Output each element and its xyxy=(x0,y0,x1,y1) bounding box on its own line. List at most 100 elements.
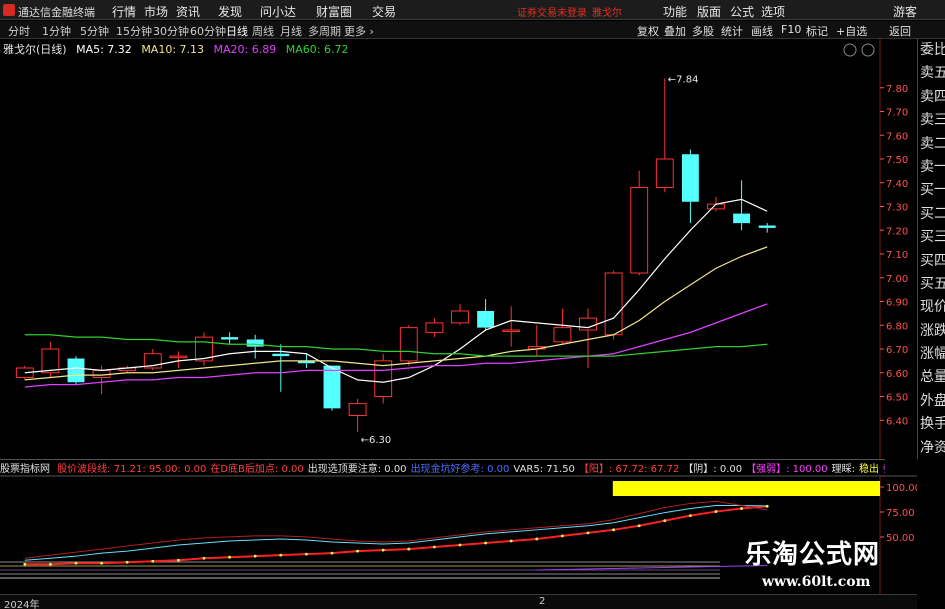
extreme-label-1: ←6.30 xyxy=(361,435,392,446)
ma20-value: MA20: 6.89 xyxy=(213,43,277,56)
band-point-16 xyxy=(433,545,436,549)
quote-row-11[interactable]: 现价 xyxy=(918,296,945,319)
band-point-17 xyxy=(458,543,462,547)
period-multi[interactable]: 多周期 xyxy=(308,23,341,39)
period-15min[interactable]: 15分钟 xyxy=(116,23,152,39)
menu-youke[interactable]: 游客 xyxy=(893,3,917,20)
period-5min[interactable]: 5分钟 xyxy=(80,23,109,39)
quote-row-6[interactable]: 买一 xyxy=(918,179,945,202)
quote-row-7[interactable]: 买二 xyxy=(918,203,945,226)
band-point-6 xyxy=(177,558,180,562)
indicator-legend: 股票指标网 股价波段线: 71.21: 95.00: 0.00 在D底B后加点: … xyxy=(0,459,885,474)
quote-row-12[interactable]: 涨跌 xyxy=(918,320,945,343)
menu-gongneng[interactable]: 功能 xyxy=(663,3,687,20)
btn-back[interactable]: 返回 xyxy=(889,23,911,39)
period-monthly[interactable]: 月线 xyxy=(280,23,302,39)
btn-tongji[interactable]: 统计 xyxy=(721,23,743,39)
candle-8 xyxy=(221,332,239,345)
menu-banmian[interactable]: 版面 xyxy=(697,3,721,20)
candle-13 xyxy=(348,398,367,433)
band-point-21 xyxy=(561,534,564,538)
menu-xuanxiang[interactable]: 选项 xyxy=(761,3,785,20)
candle-12 xyxy=(323,365,341,411)
candle-16 xyxy=(425,318,444,338)
menu-wenxiaoda[interactable]: 问小达 xyxy=(260,3,296,20)
band-point-14 xyxy=(381,548,385,552)
btn-add-watchlist[interactable]: +自选 xyxy=(836,23,867,39)
indicator-item-10: 强 xyxy=(883,464,885,474)
y-tick-label-7: 7.10 xyxy=(886,250,908,261)
candle-body xyxy=(221,337,239,340)
band-point-10 xyxy=(279,553,283,557)
period-daily[interactable]: 日线 xyxy=(226,23,248,39)
quote-row-14[interactable]: 总量 xyxy=(918,366,945,389)
candle-15 xyxy=(399,325,418,366)
period-60min[interactable]: 60分钟 xyxy=(190,23,226,39)
sub-y-tick-label-1: 75.00 xyxy=(886,508,915,519)
indicator-item-5: 【阳】: 67.72: 67.72 xyxy=(578,464,680,474)
indicator-item-7: 【强弱】: 100.00 xyxy=(746,464,828,474)
menu-faxian[interactable]: 发现 xyxy=(218,3,242,20)
quote-row-17[interactable]: 净资 xyxy=(918,437,945,459)
band-point-18 xyxy=(484,541,487,545)
indicator-item-4: VAR5: 71.50 xyxy=(513,464,575,474)
candle-7 xyxy=(195,332,213,366)
indicator-item-1: 在D底B后加点: 0.00 xyxy=(210,464,304,474)
quote-row-9[interactable]: 买四 xyxy=(918,250,945,273)
settings-icon-ring xyxy=(843,43,857,57)
quote-row-16[interactable]: 换手 xyxy=(918,413,945,436)
indicator-item-9: 稳出 xyxy=(859,464,880,474)
quote-row-4[interactable]: 卖二 xyxy=(918,133,945,156)
y-tick-label-5: 6.90 xyxy=(886,298,908,309)
btn-biaoji[interactable]: 标记 xyxy=(806,23,828,39)
menu-caifuquan[interactable]: 财富圈 xyxy=(316,3,352,20)
candle-1 xyxy=(41,341,60,378)
menu-gongshi[interactable]: 公式 xyxy=(730,3,754,20)
candle-26 xyxy=(681,149,699,224)
period-1min[interactable]: 1分钟 xyxy=(42,23,71,39)
candle-body xyxy=(67,358,85,383)
kline-chart[interactable]: 6.40 6.50 6.60 6.70 6.80 6.90 7.00 7.10 7.20 7.30… xyxy=(0,39,917,459)
ma-legend: 雅戈尔(日线) MA5: 7.32 MA10: 7.13 MA20: 6.89 … xyxy=(3,41,354,56)
band-point-12 xyxy=(330,551,334,555)
quote-row-13[interactable]: 涨幅 xyxy=(918,343,945,366)
btn-duogu[interactable]: 多股 xyxy=(692,23,714,39)
quote-row-15[interactable]: 外盘 xyxy=(918,390,945,413)
period-fenshi[interactable]: 分时 xyxy=(8,23,30,39)
quote-row-10[interactable]: 买五 xyxy=(918,273,945,296)
candle-20 xyxy=(527,325,546,357)
period-30min[interactable]: 30分钟 xyxy=(153,23,189,39)
ma10-value: MA10: 7.13 xyxy=(141,43,205,56)
login-status[interactable]: 证券交易未登录 xyxy=(517,4,587,19)
quote-row-8[interactable]: 买三 xyxy=(918,226,945,249)
quote-row-0[interactable]: 委比 xyxy=(918,39,945,62)
candle-body xyxy=(41,348,60,374)
watermark-title: 乐淘公式网 xyxy=(745,540,881,570)
btn-fuquan[interactable]: 复权 xyxy=(637,23,659,39)
menu-jiaoyi[interactable]: 交易 xyxy=(372,3,396,20)
y-tick-label-4: 6.80 xyxy=(886,321,908,332)
candle-body xyxy=(655,158,674,188)
candle-body xyxy=(630,187,649,274)
quote-row-1[interactable]: 卖五 xyxy=(918,62,945,85)
quote-row-5[interactable]: 卖一 xyxy=(918,156,945,179)
btn-huaxian[interactable]: 画线 xyxy=(751,23,773,39)
quote-row-3[interactable]: 卖三 xyxy=(918,109,945,132)
menu-shichang[interactable]: 市场 xyxy=(144,3,168,20)
period-weekly[interactable]: 周线 xyxy=(252,23,274,39)
btn-diejia[interactable]: 叠加 xyxy=(664,23,686,39)
band-point-9 xyxy=(253,554,257,558)
quote-side-panel: 委比卖五卖四卖三卖二卖一买一买二买三买四买五现价涨跌涨幅总量外盘换手净资收益自动… xyxy=(917,39,945,459)
candle-4 xyxy=(118,365,137,373)
quote-row-2[interactable]: 卖四 xyxy=(918,86,945,109)
menu-hangqing[interactable]: 行情 xyxy=(112,3,136,20)
period-more[interactable]: 更多 › xyxy=(344,23,374,39)
indicator-name[interactable]: 股票指标网 xyxy=(0,464,50,474)
menu-zixun[interactable]: 资讯 xyxy=(176,3,200,20)
candle-21 xyxy=(553,308,572,345)
candle-body xyxy=(92,369,111,378)
btn-f10[interactable]: F10 xyxy=(781,23,801,36)
candle-9 xyxy=(246,334,264,359)
ma10-line xyxy=(24,246,768,381)
indicator-item-8: 理睬: xyxy=(831,464,856,474)
